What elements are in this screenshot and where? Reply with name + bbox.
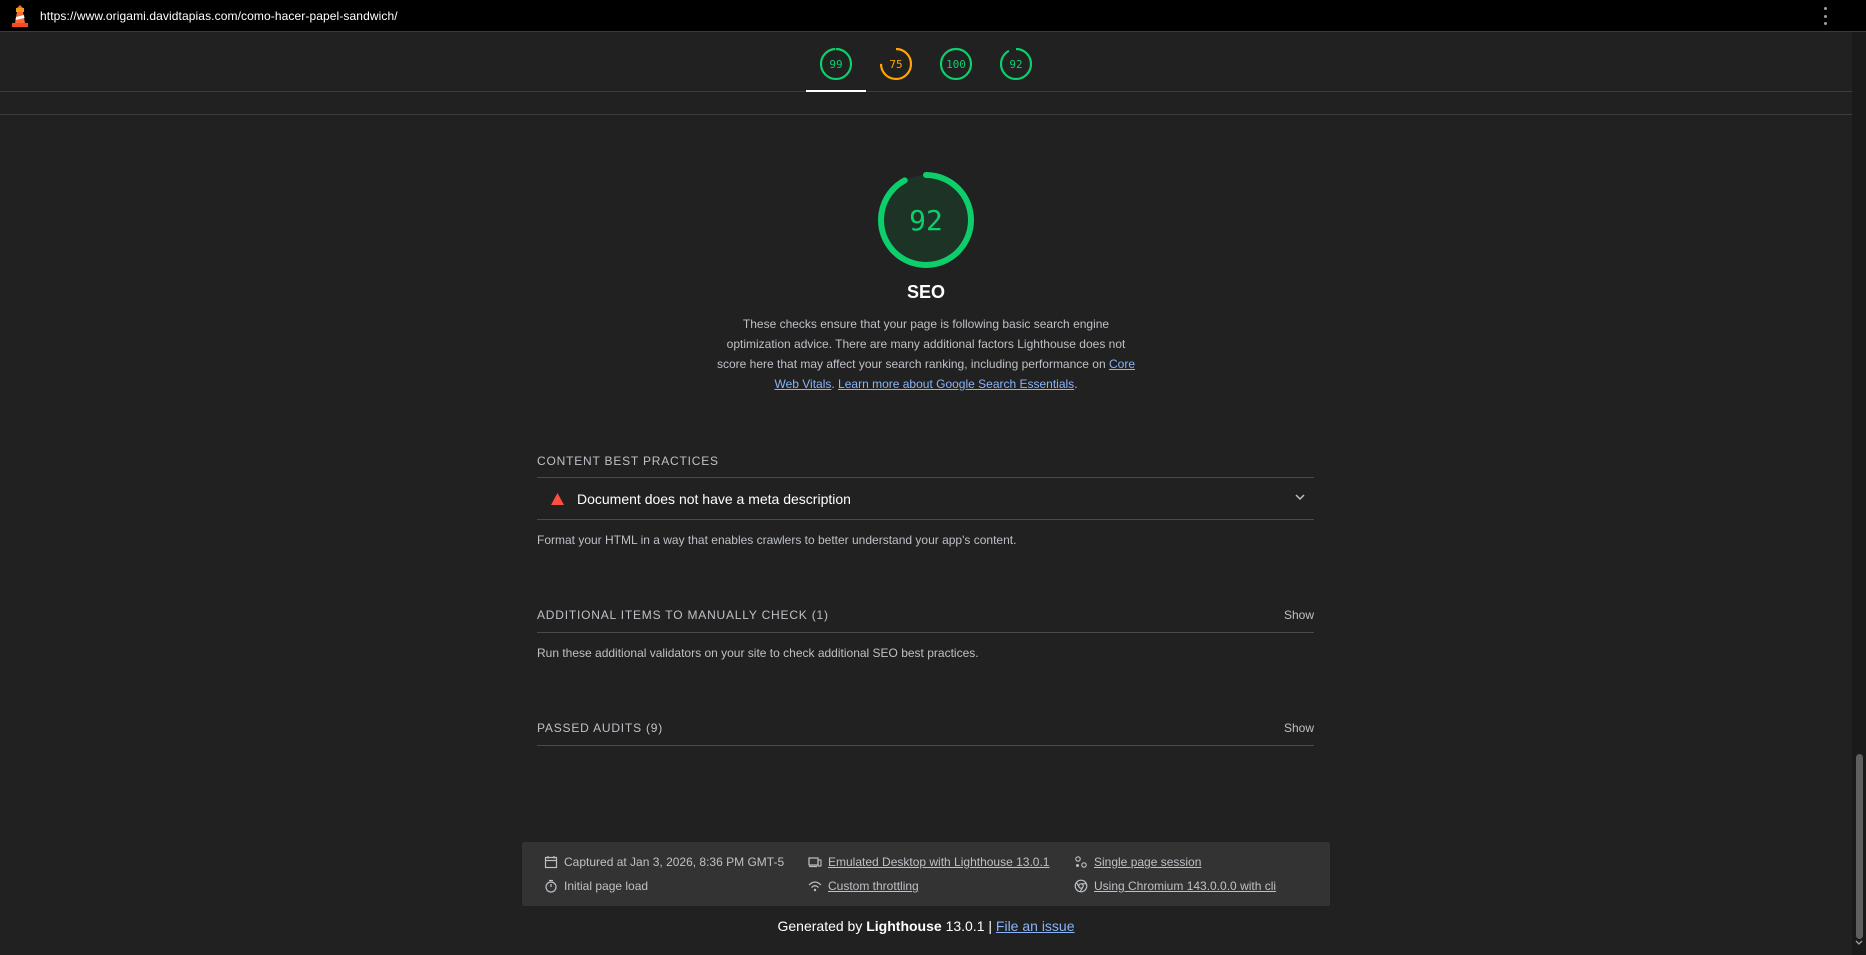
passed-audits-header[interactable]: PASSED AUDITS (9) Show <box>537 721 1314 735</box>
scroll-down-arrow-icon[interactable] <box>1855 939 1863 947</box>
runtime-settings: Captured at Jan 3, 2026, 8:36 PM GMT-5 I… <box>522 842 1330 906</box>
session-icon <box>1075 856 1087 868</box>
file-issue-link[interactable]: File an issue <box>996 918 1075 934</box>
score-header: 99 75 100 92 <box>0 32 1852 92</box>
content-best-practices-header: CONTENT BEST PRACTICES <box>537 454 719 468</box>
generated-by-footer: Generated by Lighthouse 13.0.1 | File an… <box>777 918 1075 934</box>
manual-group-description: Run these additional validators on your … <box>537 646 979 660</box>
manual-items-header[interactable]: ADDITIONAL ITEMS TO MANUALLY CHECK (1) S… <box>537 608 1314 622</box>
lighthouse-logo-icon <box>12 5 28 27</box>
chromium-icon <box>1074 879 1088 893</box>
browser-link[interactable]: Using Chromium 143.0.0.0 with cli <box>1094 879 1276 893</box>
divider <box>537 519 1314 520</box>
divider <box>537 632 1314 633</box>
seo-score-gauge-large: 92 <box>876 170 976 270</box>
seo-score: 92 <box>909 203 943 237</box>
manual-show-button[interactable]: Show <box>1284 608 1314 622</box>
env-browser: Using Chromium 143.0.0.0 with cli <box>1074 879 1276 893</box>
env-session: Single page session <box>1074 855 1201 869</box>
active-tab-indicator <box>806 90 866 92</box>
audit-meta-description[interactable]: Document does not have a meta descriptio… <box>537 478 1314 520</box>
passed-show-button[interactable]: Show <box>1284 721 1314 735</box>
lighthouse-brand: Lighthouse <box>866 918 942 934</box>
throttling-link[interactable]: Custom throttling <box>828 879 919 893</box>
env-load: Initial page load <box>544 879 648 893</box>
divider <box>0 114 1852 115</box>
devices-icon <box>808 857 822 868</box>
seo-score-mini: 92 <box>1009 57 1023 71</box>
category-title: SEO <box>906 282 945 302</box>
audit-title: Document does not have a meta descriptio… <box>577 491 851 507</box>
fail-triangle-icon <box>551 493 564 505</box>
more-options-icon[interactable] <box>1822 7 1828 25</box>
accessibility-score: 75 <box>889 57 903 71</box>
category-description: These checks ensure that your page is fo… <box>716 317 1135 391</box>
url-bar: https://www.origami.davidtapias.com/como… <box>0 0 1866 32</box>
best-practices-score: 100 <box>946 57 966 71</box>
divider <box>537 745 1314 746</box>
scrollbar[interactable] <box>1852 32 1866 955</box>
device-link[interactable]: Emulated Desktop with Lighthouse 13.0.1 <box>828 855 1049 869</box>
accessibility-score-gauge[interactable]: 75 <box>879 47 913 81</box>
performance-score: 99 <box>829 57 843 71</box>
scrollbar-thumb[interactable] <box>1856 754 1863 939</box>
page-url: https://www.origami.davidtapias.com/como… <box>40 9 398 23</box>
env-captured: Captured at Jan 3, 2026, 8:36 PM GMT-5 <box>544 855 784 869</box>
session-link[interactable]: Single page session <box>1094 855 1201 869</box>
timer-icon <box>545 879 557 893</box>
content-group-description: Format your HTML in a way that enables c… <box>537 533 1017 547</box>
chevron-down-icon[interactable] <box>1294 491 1306 503</box>
wifi-icon <box>808 881 822 892</box>
calendar-icon <box>544 856 558 869</box>
env-device: Emulated Desktop with Lighthouse 13.0.1 <box>808 855 1049 869</box>
google-search-essentials-link[interactable]: Learn more about Google Search Essential… <box>838 377 1074 391</box>
env-throttling: Custom throttling <box>808 879 919 893</box>
seo-score-gauge[interactable]: 92 <box>999 47 1033 81</box>
best-practices-score-gauge[interactable]: 100 <box>939 47 973 81</box>
performance-score-gauge[interactable]: 99 <box>819 47 853 81</box>
